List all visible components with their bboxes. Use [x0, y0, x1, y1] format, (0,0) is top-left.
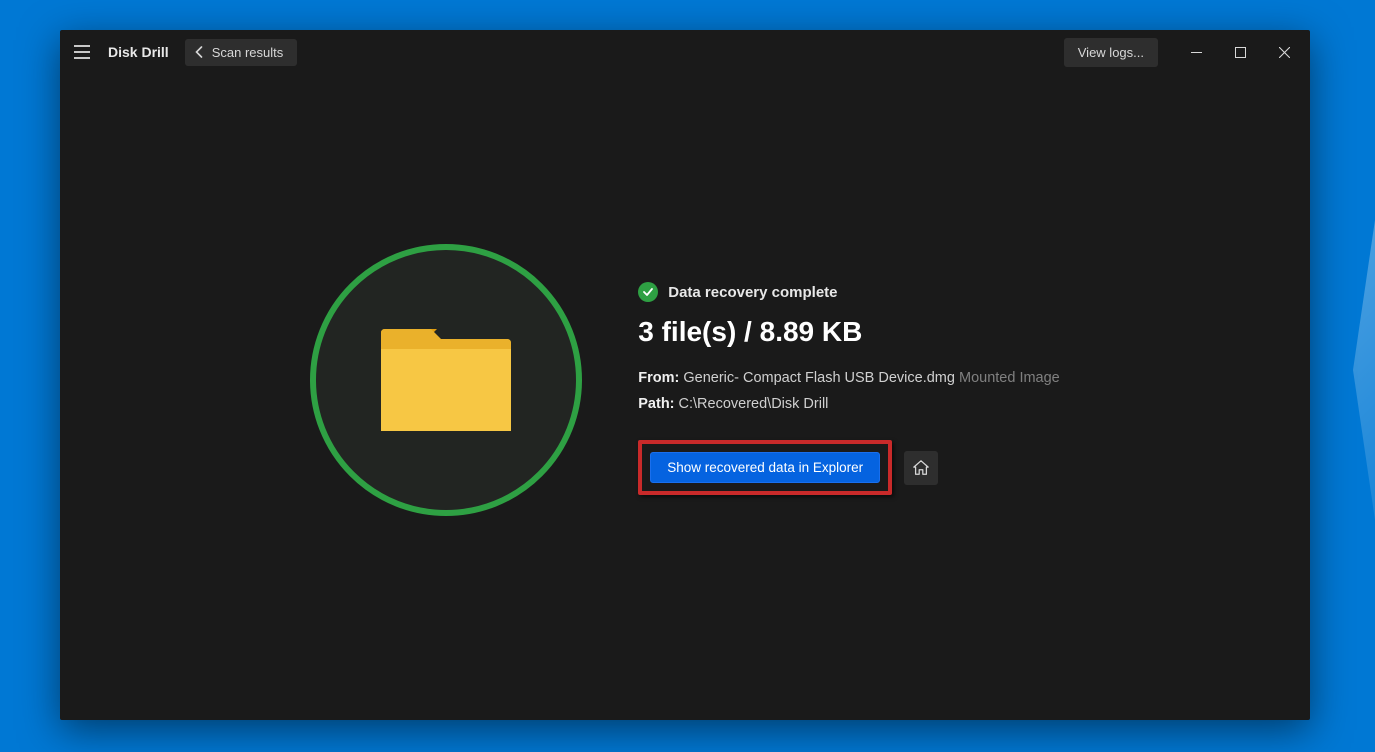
- check-circle-icon: [638, 282, 658, 302]
- show-in-explorer-button[interactable]: Show recovered data in Explorer: [650, 452, 880, 483]
- action-row: Show recovered data in Explorer: [638, 440, 1060, 495]
- back-button[interactable]: Scan results: [185, 39, 298, 66]
- from-label: From:: [638, 370, 679, 386]
- titlebar: Disk Drill Scan results View logs...: [60, 30, 1310, 74]
- home-button[interactable]: [904, 451, 938, 485]
- path-value: C:\Recovered\Disk Drill: [679, 396, 829, 412]
- status-row: Data recovery complete: [638, 282, 1060, 302]
- app-window: Disk Drill Scan results View logs...: [60, 30, 1310, 720]
- app-title: Disk Drill: [108, 44, 169, 60]
- from-suffix: Mounted Image: [959, 370, 1060, 386]
- info-column: Data recovery complete 3 file(s) / 8.89 …: [638, 244, 1060, 495]
- stats-line: 3 file(s) / 8.89 KB: [638, 316, 1060, 348]
- folder-icon: [381, 327, 511, 433]
- path-line: Path: C:\Recovered\Disk Drill: [638, 396, 1060, 412]
- maximize-button[interactable]: [1218, 36, 1262, 68]
- minimize-icon: [1191, 47, 1202, 58]
- status-heading: Data recovery complete: [668, 284, 837, 301]
- back-label: Scan results: [212, 45, 284, 60]
- window-controls: [1174, 36, 1306, 68]
- view-logs-button[interactable]: View logs...: [1064, 38, 1158, 67]
- highlight-annotation: Show recovered data in Explorer: [638, 440, 892, 495]
- desktop-accent: [1353, 220, 1375, 520]
- from-value: Generic- Compact Flash USB Device.dmg: [683, 370, 955, 386]
- home-icon: [912, 459, 930, 477]
- maximize-icon: [1235, 47, 1246, 58]
- success-graphic: [310, 244, 582, 516]
- content-area: Data recovery complete 3 file(s) / 8.89 …: [60, 74, 1310, 720]
- path-label: Path:: [638, 396, 674, 412]
- minimize-button[interactable]: [1174, 36, 1218, 68]
- close-button[interactable]: [1262, 36, 1306, 68]
- chevron-left-icon: [195, 46, 204, 58]
- menu-icon[interactable]: [74, 40, 98, 64]
- from-line: From: Generic- Compact Flash USB Device.…: [638, 370, 1060, 386]
- close-icon: [1279, 47, 1290, 58]
